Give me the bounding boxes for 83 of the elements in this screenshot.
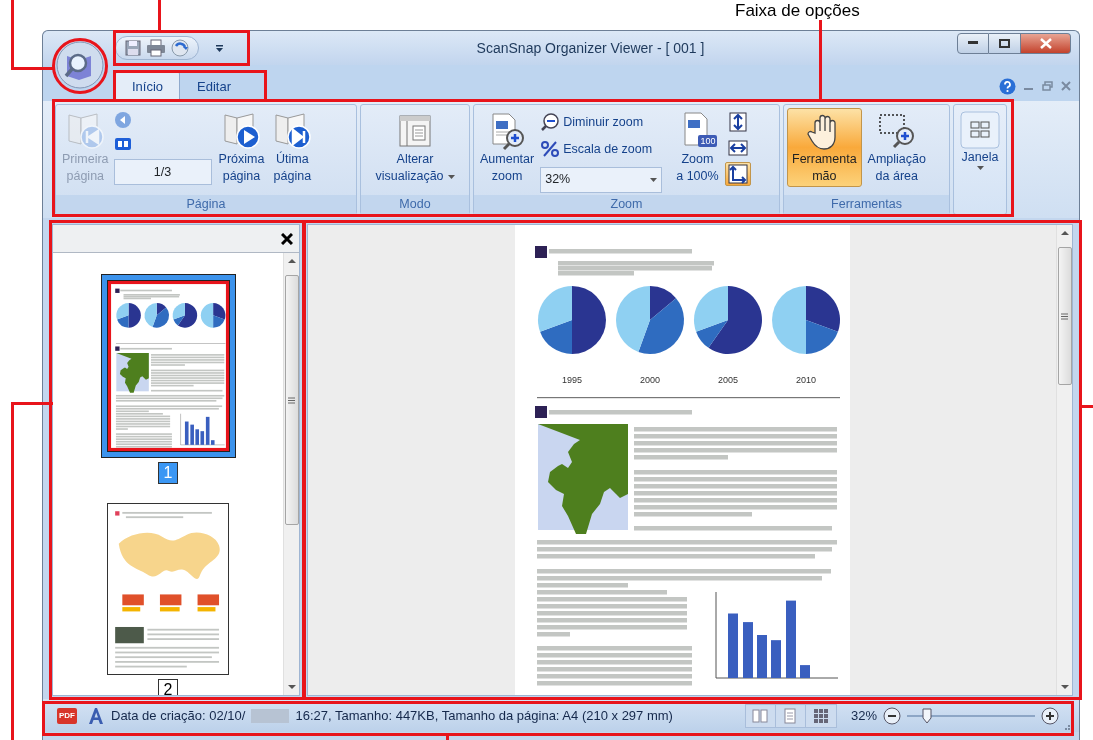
file-type-badge: PDF bbox=[57, 707, 77, 724]
ribbon-group-label: Ferramentas bbox=[784, 195, 949, 214]
fit-width-icon bbox=[727, 140, 748, 156]
zoom-badge: 100 bbox=[698, 135, 718, 147]
redaction-block bbox=[251, 708, 290, 723]
hand-tool-button[interactable]: Ferramenta mão bbox=[787, 108, 862, 187]
leader-line bbox=[158, 0, 161, 31]
area-zoom-button[interactable]: Ampliação da área bbox=[864, 108, 929, 187]
page-thumbnail-frame[interactable] bbox=[107, 503, 229, 675]
slider-thumb[interactable] bbox=[922, 707, 933, 724]
change-view-button[interactable]: Alterar visualização bbox=[372, 108, 458, 187]
heading-text-lines-drawing bbox=[119, 289, 180, 300]
caret-icon bbox=[976, 166, 984, 170]
percent-icon bbox=[540, 140, 561, 159]
maximize-icon bbox=[999, 38, 1010, 48]
first-page-icon bbox=[65, 111, 106, 151]
pie-chart-drawing bbox=[115, 303, 141, 328]
close-icon[interactable] bbox=[281, 232, 293, 245]
save-icon[interactable] bbox=[124, 39, 142, 57]
caret-icon bbox=[447, 174, 455, 179]
file-info-text: 16:27, Tamanho: 447KB, Tamanho da página: A4 (210 x 297 mm) bbox=[295, 706, 673, 725]
pie-chart-drawing bbox=[771, 286, 840, 354]
font-icon bbox=[87, 706, 105, 725]
year-label: 1995 bbox=[561, 375, 582, 385]
minimize-button[interactable] bbox=[957, 32, 989, 54]
customize-caret-icon[interactable] bbox=[215, 43, 224, 53]
ribbon-tab[interactable]: Editar bbox=[180, 70, 249, 101]
bar-chart-drawing bbox=[179, 413, 225, 446]
pie-chart-drawing bbox=[693, 286, 762, 354]
heading-marker-icon bbox=[114, 346, 120, 351]
area-zoom-icon bbox=[876, 111, 917, 151]
zoom-in-icon[interactable] bbox=[1041, 706, 1059, 725]
zoom-out-button[interactable]: Diminuir zoom bbox=[540, 113, 671, 132]
ribbon-group-label: Modo bbox=[361, 195, 469, 214]
zoom-slider[interactable] bbox=[907, 707, 1035, 724]
zoom-100-button[interactable]: 100 Zoom a 100% bbox=[673, 108, 722, 187]
zoom-dropdown[interactable]: 32% bbox=[540, 166, 663, 193]
ribbon-group-label: Página bbox=[56, 195, 356, 214]
next-page-button[interactable]: Próxima página bbox=[215, 108, 268, 187]
pie-chart-drawing bbox=[537, 286, 606, 354]
page-thumbnail-frame[interactable] bbox=[100, 274, 236, 458]
callout-frame bbox=[52, 38, 108, 94]
zoom-level-text: 32% bbox=[850, 706, 877, 725]
page-number: 1 bbox=[158, 462, 178, 484]
pie-chart-drawing bbox=[615, 286, 684, 354]
print-icon[interactable] bbox=[146, 39, 166, 57]
year-label: 2005 bbox=[717, 375, 738, 385]
page-number-field[interactable]: 1/3 bbox=[113, 159, 212, 185]
pie-chart-drawing bbox=[144, 303, 169, 328]
minimize-icon bbox=[968, 41, 978, 45]
help-icon[interactable] bbox=[999, 77, 1016, 95]
caret-icon bbox=[650, 177, 658, 182]
ribbon-group-label: Zoom bbox=[474, 195, 779, 214]
close-icon bbox=[1039, 37, 1052, 49]
zoom-scale-button[interactable]: Escala de zoom bbox=[540, 139, 671, 159]
scrollbar-thumb[interactable] bbox=[1057, 247, 1072, 385]
heading-text-lines-drawing bbox=[119, 347, 172, 350]
maximize-button[interactable] bbox=[989, 32, 1021, 54]
last-page-button[interactable]: Útima página bbox=[269, 108, 316, 187]
close-button[interactable] bbox=[1021, 32, 1071, 54]
year-label: 2010 bbox=[795, 375, 816, 385]
window-title: ScanSnap Organizer Viewer - [ 001 ] bbox=[475, 38, 706, 58]
heading-marker-icon bbox=[114, 288, 120, 293]
creation-date-text: Data de criação: 02/10/ bbox=[111, 706, 246, 725]
fit-page-icon bbox=[727, 164, 748, 184]
fit-button[interactable] bbox=[724, 162, 751, 186]
resize-grip-icon[interactable] bbox=[1065, 722, 1073, 730]
zoom-in-button[interactable]: Aumentar zoom bbox=[477, 108, 538, 187]
refresh-icon[interactable] bbox=[170, 38, 190, 58]
scrollbar[interactable] bbox=[1056, 225, 1072, 695]
pie-chart-drawing bbox=[200, 303, 225, 328]
zoom-out-icon bbox=[540, 113, 561, 132]
scrollbar-thumb[interactable] bbox=[284, 275, 299, 525]
next-page-icon bbox=[221, 111, 262, 151]
callout-label: Faixa de opções bbox=[735, 0, 860, 22]
scrollbar[interactable] bbox=[283, 253, 299, 695]
fit-height-icon bbox=[728, 112, 747, 132]
windows-layout-icon bbox=[960, 111, 1000, 149]
pie-chart-drawing bbox=[172, 303, 197, 328]
year-label: 2000 bbox=[639, 375, 660, 385]
zoom-out-icon[interactable] bbox=[883, 706, 901, 725]
last-page-icon bbox=[272, 111, 313, 151]
page-number: 2 bbox=[158, 679, 178, 695]
